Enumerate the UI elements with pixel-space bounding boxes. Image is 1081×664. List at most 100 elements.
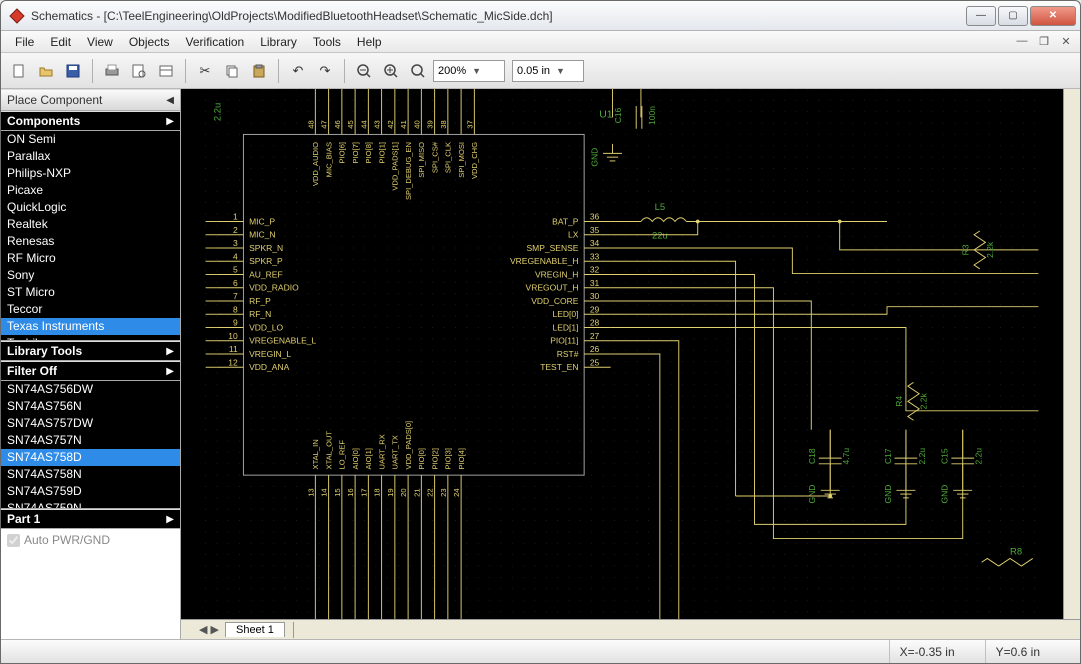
menu-edit[interactable]: Edit bbox=[42, 33, 79, 51]
component-item[interactable]: Texas Instruments bbox=[1, 318, 180, 335]
auto-pwr-gnd-check[interactable] bbox=[7, 534, 20, 547]
svg-text:4: 4 bbox=[233, 251, 238, 261]
mdi-restore[interactable]: ❐ bbox=[1036, 35, 1052, 48]
part-item[interactable]: SN74AS757DW bbox=[1, 415, 180, 432]
new-button[interactable] bbox=[7, 59, 31, 83]
svg-text:GND: GND bbox=[807, 485, 817, 504]
svg-text:BAT_P: BAT_P bbox=[552, 216, 579, 226]
paste-button[interactable] bbox=[247, 59, 271, 83]
schematic-viewport[interactable]: U12.2u1MIC_P2MIC_N3SPKR_N4SPKR_P5AU_REF6… bbox=[181, 89, 1063, 619]
cut-button[interactable]: ✂ bbox=[193, 59, 217, 83]
svg-text:44: 44 bbox=[359, 120, 368, 128]
titleblock-button[interactable] bbox=[154, 59, 178, 83]
svg-text:47: 47 bbox=[320, 120, 329, 128]
svg-text:6: 6 bbox=[233, 278, 238, 288]
svg-text:LED[1]: LED[1] bbox=[552, 322, 578, 332]
svg-text:19: 19 bbox=[386, 488, 395, 496]
svg-text:22u: 22u bbox=[652, 231, 668, 242]
parts-list[interactable]: SN74AS756DWSN74AS756NSN74AS757DWSN74AS75… bbox=[1, 381, 180, 509]
svg-text:UART_TX: UART_TX bbox=[391, 435, 400, 469]
canvas[interactable]: U12.2u1MIC_P2MIC_N3SPKR_N4SPKR_P5AU_REF6… bbox=[181, 89, 1080, 639]
component-item[interactable]: Teccor bbox=[1, 301, 180, 318]
component-item[interactable]: Philips-NXP bbox=[1, 165, 180, 182]
component-item[interactable]: Renesas bbox=[1, 233, 180, 250]
svg-text:AIO[1]: AIO[1] bbox=[364, 448, 373, 469]
menu-file[interactable]: File bbox=[7, 33, 42, 51]
part-item[interactable]: SN74AS759D bbox=[1, 483, 180, 500]
svg-text:36: 36 bbox=[590, 212, 600, 222]
vertical-scrollbar[interactable] bbox=[1063, 89, 1080, 619]
menu-view[interactable]: View bbox=[79, 33, 121, 51]
filter-header[interactable]: Filter Off▶ bbox=[1, 361, 180, 381]
component-item[interactable]: Picaxe bbox=[1, 182, 180, 199]
mdi-close[interactable]: ✕ bbox=[1058, 35, 1074, 48]
print-button[interactable] bbox=[100, 59, 124, 83]
svg-text:L5: L5 bbox=[655, 202, 666, 213]
schematic-svg[interactable]: U12.2u1MIC_P2MIC_N3SPKR_N4SPKR_P5AU_REF6… bbox=[181, 89, 1063, 619]
mdi-minimize[interactable]: — bbox=[1014, 35, 1030, 48]
component-item[interactable]: QuickLogic bbox=[1, 199, 180, 216]
svg-text:2.2k: 2.2k bbox=[985, 241, 995, 258]
svg-text:2.2u: 2.2u bbox=[917, 448, 927, 465]
svg-text:4.7u: 4.7u bbox=[841, 448, 851, 465]
menu-help[interactable]: Help bbox=[349, 33, 390, 51]
part-item[interactable]: SN74AS759N bbox=[1, 500, 180, 509]
grid-combo[interactable]: 0.05 in▼ bbox=[512, 60, 584, 82]
zoom-combo[interactable]: 200%▼ bbox=[433, 60, 505, 82]
components-header[interactable]: Components▶ bbox=[1, 111, 180, 131]
component-item[interactable]: ST Micro bbox=[1, 284, 180, 301]
redo-button[interactable]: ↷ bbox=[313, 59, 337, 83]
menu-tools[interactable]: Tools bbox=[305, 33, 349, 51]
svg-text:30: 30 bbox=[590, 291, 600, 301]
part-item[interactable]: SN74AS757N bbox=[1, 432, 180, 449]
menu-library[interactable]: Library bbox=[252, 33, 305, 51]
sheet-tab-1[interactable]: Sheet 1 bbox=[225, 622, 285, 637]
svg-text:32: 32 bbox=[590, 265, 600, 275]
horizontal-scrollbar[interactable] bbox=[293, 622, 1080, 638]
component-item[interactable]: Realtek bbox=[1, 216, 180, 233]
library-tools-header[interactable]: Library Tools▶ bbox=[1, 341, 180, 361]
svg-text:2: 2 bbox=[233, 225, 238, 235]
sheet-tabs: ◀ ▶ Sheet 1 bbox=[181, 619, 1080, 639]
status-x: X=-0.35 in bbox=[889, 640, 985, 663]
auto-pwr-gnd-checkbox[interactable]: Auto PWR/GND bbox=[1, 529, 180, 551]
svg-text:18: 18 bbox=[373, 488, 382, 496]
undo-button[interactable]: ↶ bbox=[286, 59, 310, 83]
svg-text:SMP_SENSE: SMP_SENSE bbox=[526, 243, 578, 253]
svg-text:1: 1 bbox=[233, 212, 238, 222]
svg-text:21: 21 bbox=[412, 488, 421, 496]
component-item[interactable]: Parallax bbox=[1, 148, 180, 165]
open-button[interactable] bbox=[34, 59, 58, 83]
svg-text:C17: C17 bbox=[883, 448, 893, 464]
component-item[interactable]: ON Semi bbox=[1, 131, 180, 148]
svg-text:RF_P: RF_P bbox=[249, 296, 271, 306]
svg-text:8: 8 bbox=[233, 304, 238, 314]
save-button[interactable] bbox=[61, 59, 85, 83]
part-item[interactable]: SN74AS758N bbox=[1, 466, 180, 483]
menu-objects[interactable]: Objects bbox=[121, 33, 178, 51]
part-item[interactable]: SN74AS756DW bbox=[1, 381, 180, 398]
svg-text:2.2u: 2.2u bbox=[213, 103, 224, 121]
svg-text:48: 48 bbox=[306, 120, 315, 128]
zoom-in-button[interactable] bbox=[379, 59, 403, 83]
preview-button[interactable] bbox=[127, 59, 151, 83]
close-button[interactable]: ✕ bbox=[1030, 6, 1076, 26]
svg-text:26: 26 bbox=[590, 344, 600, 354]
place-component-header[interactable]: Place Component◀ bbox=[1, 89, 180, 111]
minimize-button[interactable]: — bbox=[966, 6, 996, 26]
part-item[interactable]: SN74AS758D bbox=[1, 449, 180, 466]
zoom-fit-button[interactable] bbox=[406, 59, 430, 83]
svg-text:VDD_RADIO: VDD_RADIO bbox=[249, 283, 299, 293]
component-item[interactable]: Sony bbox=[1, 267, 180, 284]
svg-text:100n: 100n bbox=[647, 106, 657, 125]
menu-verification[interactable]: Verification bbox=[178, 33, 253, 51]
component-item[interactable]: RF Micro bbox=[1, 250, 180, 267]
part-header[interactable]: Part 1▶ bbox=[1, 509, 180, 529]
svg-text:PIO[1]: PIO[1] bbox=[377, 142, 386, 163]
part-item[interactable]: SN74AS756N bbox=[1, 398, 180, 415]
svg-text:31: 31 bbox=[590, 278, 600, 288]
zoom-out-button[interactable] bbox=[352, 59, 376, 83]
components-list[interactable]: ON SemiParallaxPhilips-NXPPicaxeQuickLog… bbox=[1, 131, 180, 341]
copy-button[interactable] bbox=[220, 59, 244, 83]
maximize-button[interactable]: ▢ bbox=[998, 6, 1028, 26]
